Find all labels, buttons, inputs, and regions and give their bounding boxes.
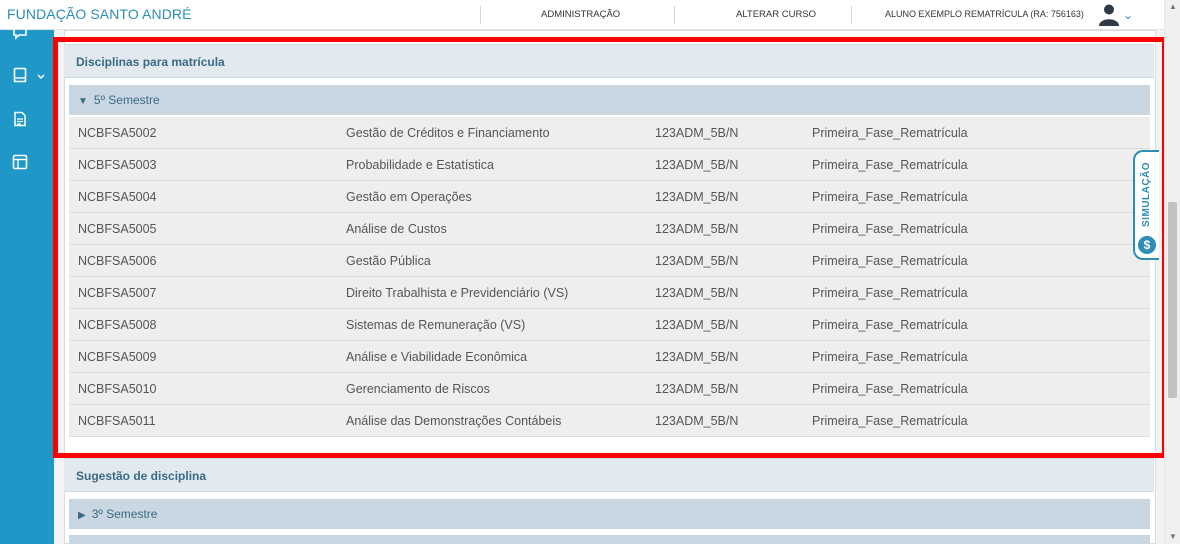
table-row: NCBFSA5003 Probabilidade e Estatística 1… <box>69 149 1150 181</box>
caret-down-icon: ▼ <box>78 96 88 107</box>
discipline-code: NCBFSA5003 <box>78 158 157 172</box>
discipline-phase: Primeira_Fase_Rematrícula <box>812 414 968 428</box>
simulacao-tab[interactable]: SIMULAÇÃO $ <box>1133 150 1159 260</box>
caret-right-icon: ▶ <box>78 510 86 521</box>
discipline-name: Gestão em Operações <box>346 190 472 204</box>
user-name[interactable]: ALUNO EXEMPLO REMATRÍCULA (RA: 756163) <box>885 9 1084 19</box>
semester-toggle-5[interactable]: ▼ 5º Semestre <box>69 85 1150 115</box>
discipline-class: 123ADM_5B/N <box>655 222 739 236</box>
discipline-class: 123ADM_5B/N <box>655 126 739 140</box>
nav-divider <box>480 6 481 24</box>
section-sugestao-header: Sugestão de disciplina <box>64 458 1154 492</box>
discipline-phase: Primeira_Fase_Rematrícula <box>812 190 968 204</box>
disciplinas-table: NCBFSA5002 Gestão de Créditos e Financia… <box>69 117 1150 437</box>
discipline-phase: Primeira_Fase_Rematrícula <box>812 382 968 396</box>
table-row: NCBFSA5002 Gestão de Créditos e Financia… <box>69 117 1150 149</box>
nav-divider <box>851 6 852 24</box>
discipline-name: Sistemas de Remuneração (VS) <box>346 318 526 332</box>
discipline-code: NCBFSA5009 <box>78 350 157 364</box>
discipline-name: Probabilidade e Estatística <box>346 158 495 172</box>
dollar-icon: $ <box>1138 236 1156 254</box>
discipline-code: NCBFSA5007 <box>78 286 157 300</box>
discipline-name: Gestão Pública <box>346 254 431 268</box>
table-row: NCBFSA5006 Gestão Pública 123ADM_5B/N Pr… <box>69 245 1150 277</box>
book-icon[interactable] <box>12 67 28 83</box>
discipline-class: 123ADM_5B/N <box>655 190 739 204</box>
table-row: NCBFSA5010 Gerenciamento de Riscos 123AD… <box>69 373 1150 405</box>
avatar-icon[interactable] <box>1097 2 1121 26</box>
discipline-name: Análise de Custos <box>346 222 447 236</box>
table-row: NCBFSA5007 Direito Trabalhista e Previde… <box>69 277 1150 309</box>
nav-alterar-curso[interactable]: ALTERAR CURSO <box>736 9 816 20</box>
discipline-phase: Primeira_Fase_Rematrícula <box>812 254 968 268</box>
discipline-code: NCBFSA5010 <box>78 382 157 396</box>
section-title: Sugestão de disciplina <box>76 469 207 483</box>
discipline-name: Gestão de Créditos e Financiamento <box>346 126 550 140</box>
semester-toggle-next[interactable] <box>69 535 1150 544</box>
simulacao-label: SIMULAÇÃO <box>1141 161 1152 227</box>
discipline-code: NCBFSA5006 <box>78 254 157 268</box>
discipline-class: 123ADM_5B/N <box>655 318 739 332</box>
semester-text: 3º Semestre <box>91 507 158 521</box>
nav-administracao[interactable]: ADMINISTRAÇÃO <box>541 9 620 20</box>
discipline-code: NCBFSA5011 <box>78 414 156 428</box>
scrollbar[interactable]: ▲ ▼ <box>1164 0 1180 544</box>
scroll-up-icon[interactable]: ▲ <box>1169 2 1177 11</box>
discipline-phase: Primeira_Fase_Rematrícula <box>812 350 968 364</box>
chevron-down-icon[interactable] <box>37 74 45 80</box>
brand-name[interactable]: FUNDAÇÃO SANTO ANDRÉ <box>7 6 192 22</box>
discipline-phase: Primeira_Fase_Rematrícula <box>812 286 968 300</box>
chevron-down-icon[interactable]: ⌄ <box>1123 8 1133 22</box>
table-row: NCBFSA5008 Sistemas de Remuneração (VS) … <box>69 309 1150 341</box>
discipline-name: Análise e Viabilidade Econômica <box>346 350 528 364</box>
discipline-name: Gerenciamento de Riscos <box>346 382 490 396</box>
table-row: NCBFSA5011 Análise das Demonstrações Con… <box>69 405 1150 437</box>
semester-text: 5º Semestre <box>93 93 160 107</box>
discipline-code: NCBFSA5005 <box>78 222 157 236</box>
semester-label: ▶ 3º Semestre <box>78 507 157 521</box>
scrollbar-thumb[interactable] <box>1168 202 1177 398</box>
discipline-class: 123ADM_5B/N <box>655 254 739 268</box>
chat-icon[interactable] <box>12 24 28 40</box>
discipline-code: NCBFSA5002 <box>78 126 157 140</box>
discipline-phase: Primeira_Fase_Rematrícula <box>812 158 968 172</box>
document-icon[interactable] <box>12 111 28 127</box>
discipline-phase: Primeira_Fase_Rematrícula <box>812 222 968 236</box>
discipline-code: NCBFSA5004 <box>78 190 157 204</box>
semester-label: ▼ 5º Semestre <box>78 93 160 107</box>
semester-toggle-3[interactable]: ▶ 3º Semestre <box>69 499 1150 529</box>
discipline-class: 123ADM_5B/N <box>655 350 739 364</box>
top-header: FUNDAÇÃO SANTO ANDRÉ ADMINISTRAÇÃO ALTER… <box>0 0 1164 30</box>
discipline-name: Análise das Demonstrações Contábeis <box>346 414 562 428</box>
nav-divider <box>674 6 675 24</box>
layout-icon[interactable] <box>12 154 28 170</box>
table-row: NCBFSA5009 Análise e Viabilidade Econômi… <box>69 341 1150 373</box>
discipline-class: 123ADM_5B/N <box>655 286 739 300</box>
scroll-down-icon[interactable]: ▼ <box>1169 532 1177 541</box>
section-disciplinas-header: Disciplinas para matrícula <box>64 44 1154 78</box>
section-title: Disciplinas para matrícula <box>76 55 225 69</box>
discipline-class: 123ADM_5B/N <box>655 414 739 428</box>
discipline-name: Direito Trabalhista e Previdenciário (VS… <box>346 286 569 300</box>
discipline-class: 123ADM_5B/N <box>655 382 739 396</box>
discipline-code: NCBFSA5008 <box>78 318 157 332</box>
discipline-phase: Primeira_Fase_Rematrícula <box>812 318 968 332</box>
discipline-class: 123ADM_5B/N <box>655 158 739 172</box>
sidebar <box>0 26 54 544</box>
discipline-phase: Primeira_Fase_Rematrícula <box>812 126 968 140</box>
table-row: NCBFSA5005 Análise de Custos 123ADM_5B/N… <box>69 213 1150 245</box>
table-row: NCBFSA5004 Gestão em Operações 123ADM_5B… <box>69 181 1150 213</box>
